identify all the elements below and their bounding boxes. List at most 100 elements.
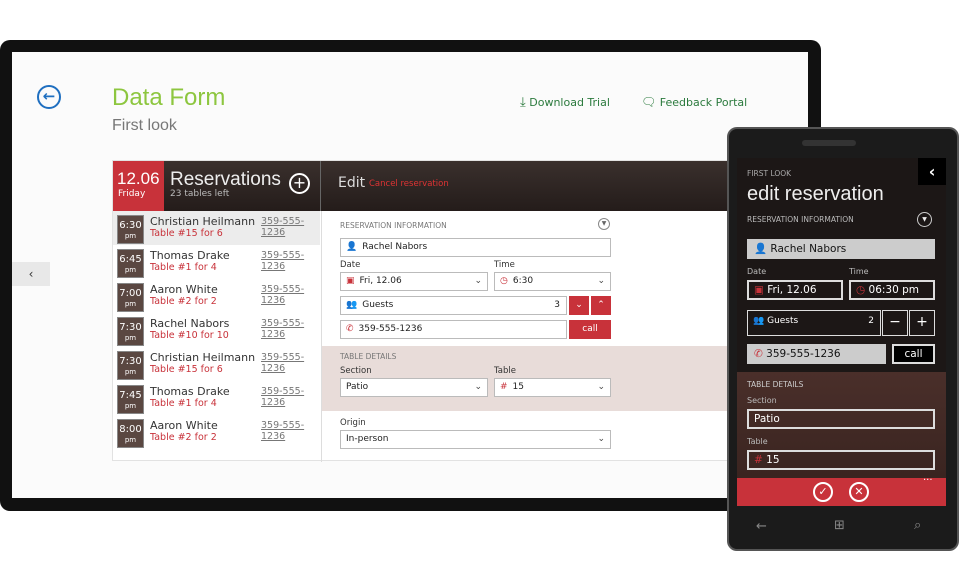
section-heading: TABLE DETAILS (340, 352, 397, 361)
section-heading: RESERVATION INFORMATION (747, 215, 854, 224)
phone-link[interactable]: 359-555-1236 (261, 352, 320, 374)
phone-link[interactable]: 359-555-1236 (261, 318, 320, 340)
section-select[interactable]: Patio ⌄ (340, 378, 488, 397)
phone-field[interactable]: ✆ 359-555-1236 (340, 320, 567, 339)
collapse-panel-button[interactable]: ‹ (12, 262, 50, 286)
section-label: Section (340, 366, 372, 376)
date-tile: 12.06 Friday (113, 161, 164, 211)
phone-app-name: FIRST LOOK (747, 169, 792, 178)
time: 7:45 (119, 390, 142, 401)
speaker (802, 140, 856, 146)
app-header: 12.06 Friday Reservations 23 tables left… (113, 161, 729, 211)
calendar-icon: ▣ (754, 284, 764, 296)
download-trial-link[interactable]: ⤓ Download Trial (520, 95, 610, 110)
feedback-portal-link[interactable]: 🗨 Feedback Portal (641, 95, 747, 109)
cancel-icon[interactable]: ✕ (849, 482, 869, 502)
phone-back-button[interactable]: ‹ (918, 158, 946, 185)
divider (320, 161, 321, 211)
table-details-section: TABLE DETAILS Section Table Patio ⌄ #15 ⌄ (322, 346, 730, 411)
cancel-reservation-link[interactable]: Cancel reservation (369, 179, 449, 189)
call-button[interactable]: call (569, 320, 611, 339)
phone-time-picker[interactable]: ◷ 06:30 pm (849, 280, 935, 300)
table-info: Table #2 for 2 (150, 296, 217, 307)
phone-link[interactable]: 359-555-1236 (261, 284, 320, 306)
time-label: Time (494, 260, 515, 270)
phone-decrement-button[interactable]: − (882, 310, 908, 336)
list-item[interactable]: 7:30 pm Rachel Nabors Table #10 for 10 35… (113, 313, 320, 347)
download-icon: ⤓ (520, 95, 526, 110)
date-label: Date (747, 267, 767, 276)
list-item[interactable]: 6:45 pm Thomas Drake Table #1 for 4 359-5… (113, 245, 320, 279)
ampm: pm (124, 266, 137, 274)
phone-link[interactable]: 359-555-1236 (261, 420, 320, 442)
reservations-app: 12.06 Friday Reservations 23 tables left… (112, 160, 730, 462)
back-button[interactable]: ← (37, 85, 61, 109)
phone-section-select[interactable]: Patio (747, 409, 935, 429)
chevron-down-icon: ⌄ (597, 276, 605, 286)
guests-icon: 👥 (346, 300, 358, 310)
guests-count: 3 (554, 300, 560, 310)
collapse-icon[interactable]: ▼ (917, 212, 932, 227)
time: 6:30 (119, 220, 142, 231)
table-select[interactable]: #15 ⌄ (494, 378, 611, 397)
table-info: Table #1 for 4 (150, 262, 217, 273)
list-item[interactable]: 7:00 pm Aaron White Table #2 for 2 359-55… (113, 279, 320, 313)
time-label: Time (849, 267, 869, 276)
phone-link[interactable]: 359-555-1236 (261, 386, 320, 408)
list-item[interactable]: 7:45 pm Thomas Drake Table #1 for 4 359-5… (113, 381, 320, 415)
phone-table-select[interactable]: # 15 (747, 450, 935, 470)
table-info: Table #10 for 10 (150, 330, 229, 341)
windows-icon[interactable]: ⊞ (834, 518, 845, 533)
list-item[interactable]: 6:30 pm Christian Heilmann Table #15 for … (113, 211, 320, 245)
search-icon[interactable]: ⌕ (914, 518, 921, 533)
app-bar: ✓ ✕ ... (737, 472, 946, 506)
add-icon[interactable]: + (289, 173, 310, 194)
ampm: pm (124, 402, 137, 410)
name-field[interactable]: 👤 Rachel Nabors (340, 238, 611, 257)
phone-call-button[interactable]: call (892, 344, 935, 364)
list-item[interactable]: 7:30 pm Christian Heilmann Table #15 for … (113, 347, 320, 381)
origin-label: Origin (340, 418, 366, 428)
guest-name: Christian Heilmann (150, 351, 256, 364)
time-badge: 7:30 pm (117, 317, 144, 346)
more-button[interactable]: ... (923, 472, 933, 483)
time-badge: 7:30 pm (117, 351, 144, 380)
table-info: Table #1 for 4 (150, 398, 217, 409)
clock-icon: ◷ (856, 284, 866, 296)
phone-phone-field[interactable]: ✆ 359-555-1236 (747, 344, 886, 364)
guests-field[interactable]: 👥 Guests 3 (340, 296, 567, 315)
time-picker[interactable]: ◷ 6:30 ⌄ (494, 272, 611, 291)
app-title: Reservations (170, 169, 281, 190)
phone-date-picker[interactable]: ▣ Fri, 12.06 (747, 280, 843, 300)
save-icon[interactable]: ✓ (813, 482, 833, 502)
guest-name: Thomas Drake (150, 385, 230, 398)
phone-icon: ✆ (754, 348, 763, 360)
guest-name: Aaron White (150, 419, 218, 432)
edit-heading: Edit (338, 175, 366, 191)
ampm: pm (124, 300, 137, 308)
collapse-icon[interactable]: ▼ (598, 218, 610, 230)
origin-select[interactable]: In-person ⌄ (340, 430, 611, 449)
edit-form: RESERVATION INFORMATION ▼ 👤 Rachel Nabors… (321, 211, 730, 462)
date-label: Date (340, 260, 361, 270)
day-value: Friday (118, 189, 146, 199)
person-icon: 👤 (754, 243, 768, 255)
time: 6:45 (119, 254, 142, 265)
phone-title: edit reservation (747, 183, 884, 205)
date-value: 12.06 (117, 169, 160, 188)
increment-button[interactable]: ⌃ (591, 296, 611, 315)
decrement-button[interactable]: ⌄ (569, 296, 589, 315)
table-label: Table (494, 366, 516, 376)
back-arrow-icon[interactable]: ← (756, 519, 767, 534)
list-item[interactable]: 8:00 pm Aaron White Table #2 for 2 359-55… (113, 415, 320, 449)
phone-link[interactable]: 359-555-1236 (261, 250, 320, 272)
phone-name-field[interactable]: 👤 Rachel Nabors (747, 239, 935, 259)
phone-increment-button[interactable]: + (909, 310, 935, 336)
time-badge: 8:00 pm (117, 419, 144, 448)
page-title: Data Form (112, 84, 226, 111)
phone-link[interactable]: 359-555-1236 (261, 216, 320, 238)
date-picker[interactable]: ▣ Fri, 12.06 ⌄ (340, 272, 488, 291)
ampm: pm (124, 232, 137, 240)
phone-guests-field[interactable]: 👥 Guests 2 (747, 310, 881, 336)
table-label: Table (747, 437, 768, 446)
